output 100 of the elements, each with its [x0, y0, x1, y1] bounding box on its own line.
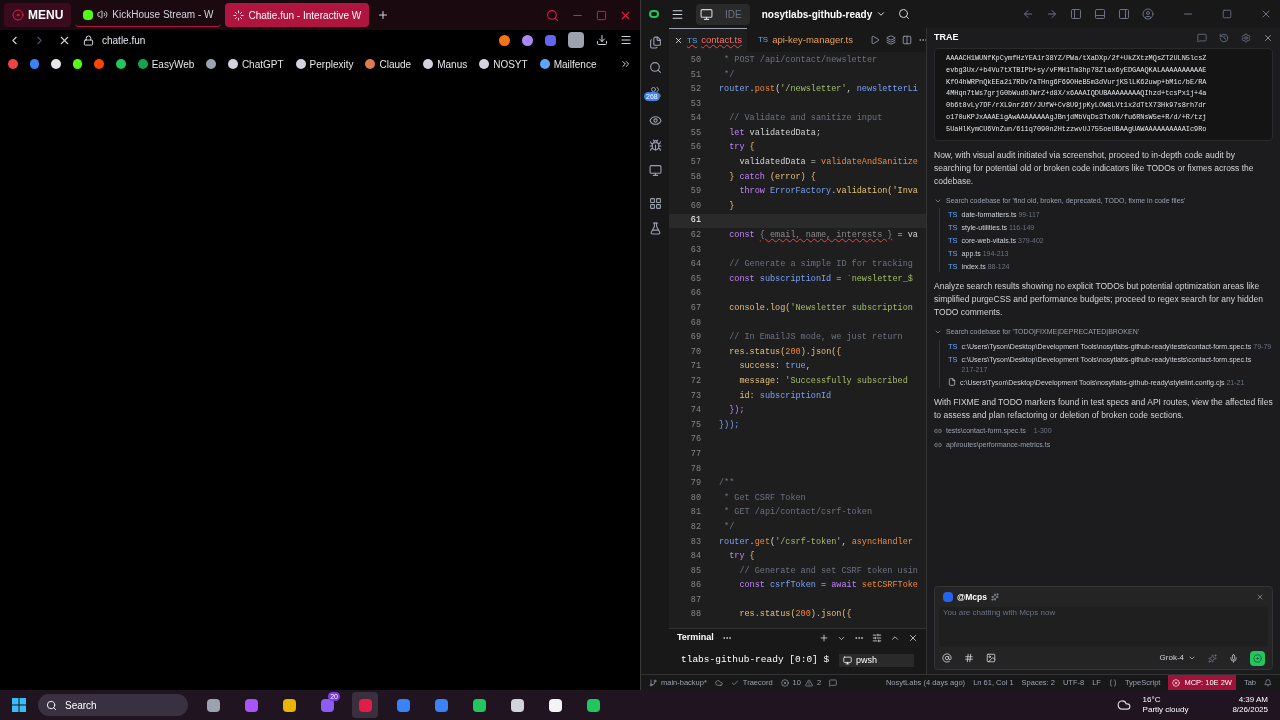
clock[interactable]: 4:39 AM 8/26/2025 — [1232, 695, 1268, 715]
extension-icon[interactable] — [545, 34, 556, 46]
code-line: } catch (error) { — [728, 170, 816, 184]
line-number: 71 — [689, 360, 702, 374]
panel-icon[interactable] — [1118, 8, 1130, 20]
code-line: validatedData = validateAndSanitize — [738, 156, 918, 169]
new-tab-icon[interactable] — [377, 9, 390, 21]
code-line: success: true, — [738, 360, 811, 374]
bookmark-link[interactable]: Manus — [423, 56, 468, 72]
braces-icon[interactable] — [1108, 678, 1117, 687]
project-selector[interactable]: nosytlabs-github-ready — [761, 6, 887, 22]
close-icon[interactable] — [908, 633, 918, 643]
debug-icon[interactable] — [648, 139, 662, 152]
bookmark-link[interactable]: Claude — [365, 56, 412, 72]
weather-icon[interactable] — [1116, 698, 1131, 712]
explorer-icon[interactable] — [648, 36, 662, 49]
code-line: console.log('Newsletter subscription — [728, 302, 913, 315]
close-icon[interactable] — [1263, 33, 1273, 43]
bookmark-link[interactable] — [206, 59, 216, 69]
browser-tab[interactable]: KickHouse Stream - W — [75, 3, 222, 27]
code-line: try { — [728, 550, 755, 563]
app-icon — [649, 10, 659, 18]
microphone-icon[interactable] — [1229, 653, 1238, 663]
split-icon[interactable] — [901, 35, 912, 45]
bookmark-link[interactable]: Perplexity — [295, 56, 354, 72]
bookmark-link[interactable] — [72, 59, 83, 69]
menu-icon[interactable] — [671, 7, 684, 21]
line-number: 84 — [689, 550, 702, 563]
line-number: 88 — [689, 608, 702, 622]
bookmark-link[interactable]: ChatGPT — [227, 56, 284, 72]
run-icon[interactable] — [869, 35, 880, 45]
image-icon[interactable] — [986, 653, 996, 663]
menu-icon[interactable] — [620, 34, 632, 46]
line-number: 83 — [689, 535, 702, 549]
line-number: 68 — [689, 316, 702, 330]
panel-icon[interactable] — [1094, 8, 1106, 20]
settings-icon[interactable] — [872, 633, 882, 643]
chat-icon[interactable] — [829, 678, 838, 687]
mention-icon[interactable] — [942, 653, 952, 663]
agent-name: @Mcps — [957, 590, 987, 604]
line-number: 73 — [689, 389, 702, 403]
hash-icon[interactable] — [964, 653, 974, 663]
line-number: 60 — [689, 199, 702, 213]
terminal-session[interactable]: pwsh — [839, 653, 914, 668]
menu-button[interactable]: MENU — [4, 3, 72, 27]
line-number: 55 — [689, 126, 702, 140]
chat-input[interactable]: You are chatting with Mcps now — [939, 607, 1268, 647]
error-icon — [780, 678, 789, 687]
extension-icon[interactable] — [499, 34, 510, 46]
download-icon[interactable] — [596, 34, 608, 46]
code-line: * POST /api/contact/newsletter — [723, 53, 878, 67]
notification-icon[interactable] — [1264, 678, 1272, 687]
browser-tab[interactable]: Chatie.fun - Interactive W — [225, 3, 370, 27]
eye-icon[interactable] — [648, 114, 662, 127]
more-bookmarks-icon[interactable] — [620, 58, 632, 70]
maximize-icon[interactable] — [596, 9, 607, 21]
remote-icon[interactable] — [648, 164, 662, 177]
bookmark-link[interactable]: EasyWeb — [137, 56, 195, 72]
bookmark-link[interactable] — [116, 59, 126, 69]
windows-logo-icon[interactable] — [12, 698, 26, 712]
model-selector[interactable]: Grok-4 — [1159, 652, 1196, 664]
flask-icon[interactable] — [648, 222, 662, 235]
search-icon[interactable] — [898, 8, 911, 20]
maximize-icon[interactable] — [890, 633, 900, 643]
terminal-prompt: tlabs-github-ready [0:0] $ — [681, 653, 831, 668]
code-line: // Generate a simple ID for tracking — [728, 258, 913, 271]
extensions-icon[interactable] — [648, 197, 662, 210]
code-line: message: 'Successfully subscribed — [738, 375, 908, 388]
bookmark-link[interactable] — [94, 59, 105, 69]
sync-icon[interactable] — [714, 678, 723, 687]
line-number: 61 — [689, 214, 702, 228]
weather-widget[interactable]: 16°C Partly cloudy — [1142, 695, 1189, 715]
code-line: res.status(200).json({ — [728, 345, 842, 359]
bookmark-link[interactable]: NOSYT — [479, 56, 528, 72]
layout-icon[interactable] — [700, 7, 713, 21]
error-icon — [1172, 678, 1181, 687]
address-field[interactable]: chatle.fun — [83, 32, 487, 48]
account-icon[interactable] — [1142, 8, 1154, 20]
bookmark-link[interactable] — [51, 59, 61, 69]
search-icon[interactable] — [648, 61, 662, 74]
line-number: 80 — [689, 491, 702, 505]
code-line: router.get('/csrf-token', asyncHandler — [719, 535, 913, 549]
line-number: 51 — [689, 68, 702, 82]
extension-icon[interactable] — [522, 34, 533, 46]
send-button[interactable] — [1250, 650, 1265, 666]
editor-tab[interactable]: TS api-key-manager.ts — [752, 28, 858, 52]
code-line: */ — [723, 68, 735, 82]
panel-icon[interactable] — [1070, 8, 1082, 20]
line-number: 69 — [689, 331, 702, 344]
taskbar-search[interactable]: Search — [38, 694, 188, 716]
search-icon[interactable] — [546, 8, 559, 22]
editor-tab[interactable]: TS contact.ts — [669, 28, 747, 52]
line-number: 79 — [689, 477, 702, 490]
bookmark-link[interactable]: Mailfence — [539, 56, 597, 72]
line-number: 67 — [689, 302, 702, 315]
file-icon — [948, 377, 956, 386]
line-number: 70 — [689, 345, 702, 359]
terminal-tab[interactable]: Terminal — [677, 631, 714, 645]
history-icon[interactable] — [1219, 33, 1229, 43]
new-terminal-icon[interactable] — [819, 633, 829, 643]
